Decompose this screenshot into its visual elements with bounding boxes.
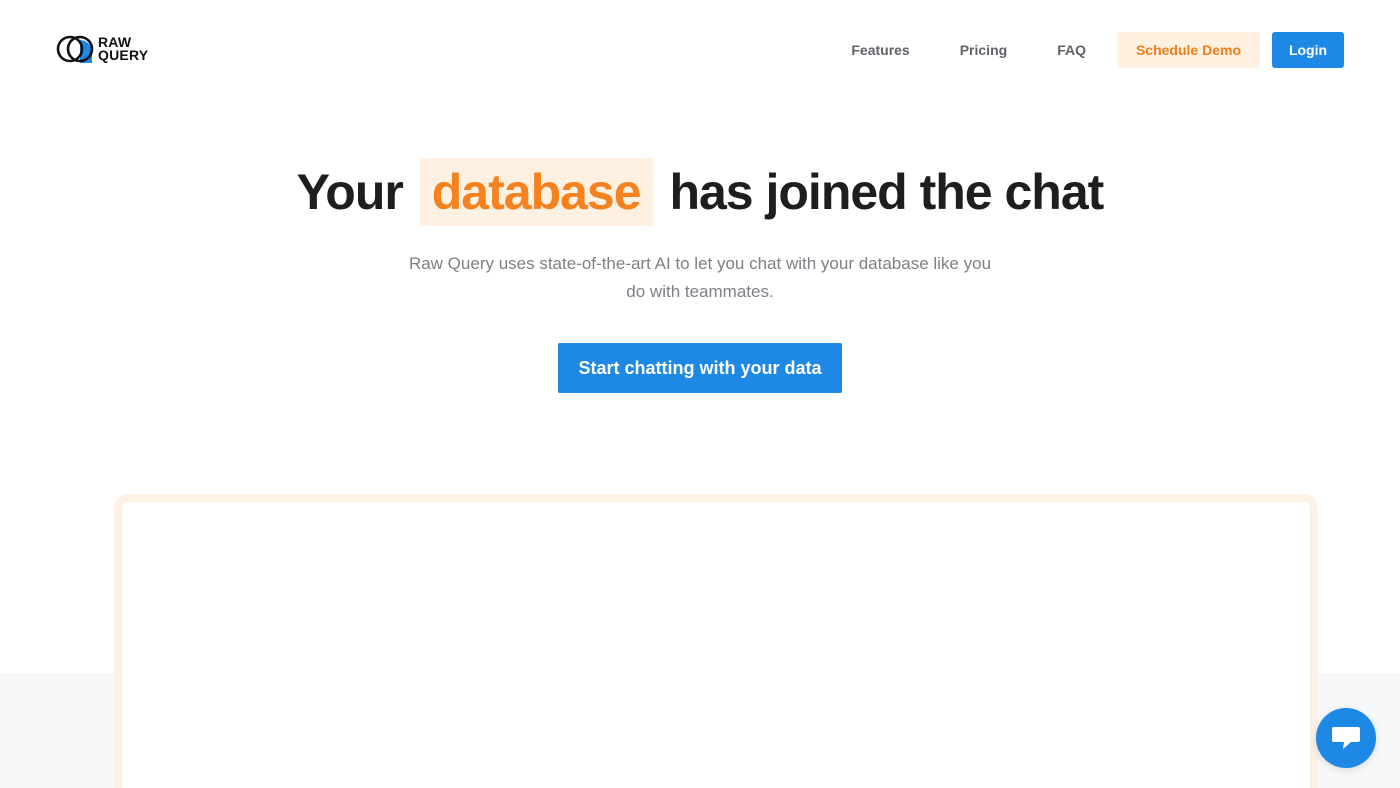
chat-widget-button[interactable] xyxy=(1316,708,1376,768)
hero-subtitle: Raw Query uses state-of-the-art AI to le… xyxy=(408,254,992,301)
nav-link-pricing[interactable]: Pricing xyxy=(960,42,1007,58)
brand-logo[interactable]: RAW QUERY xyxy=(56,34,148,64)
brand-wordmark: RAW QUERY xyxy=(98,35,149,63)
login-button[interactable]: Login xyxy=(1272,32,1344,68)
chat-icon xyxy=(1332,727,1360,749)
brand-line-2: QUERY xyxy=(98,47,149,63)
hero-title-before: Your xyxy=(296,164,404,220)
main-nav: Features Pricing FAQ Schedule Demo Login xyxy=(851,32,1344,68)
product-preview xyxy=(122,502,1310,788)
nav-link-features[interactable]: Features xyxy=(851,42,909,58)
hero-title-highlight: database xyxy=(419,158,653,226)
product-preview-frame xyxy=(114,494,1318,788)
site-header: RAW QUERY Features Pricing FAQ Schedule … xyxy=(0,0,1400,100)
start-chatting-button[interactable]: Start chatting with your data xyxy=(558,343,842,393)
hero-title-after: has joined the chat xyxy=(669,164,1104,220)
nav-link-faq[interactable]: FAQ xyxy=(1057,42,1086,58)
hero-title: Your database has joined the chat xyxy=(0,158,1400,226)
overlapping-circles-logo-icon xyxy=(56,35,94,63)
schedule-demo-button[interactable]: Schedule Demo xyxy=(1116,32,1260,68)
